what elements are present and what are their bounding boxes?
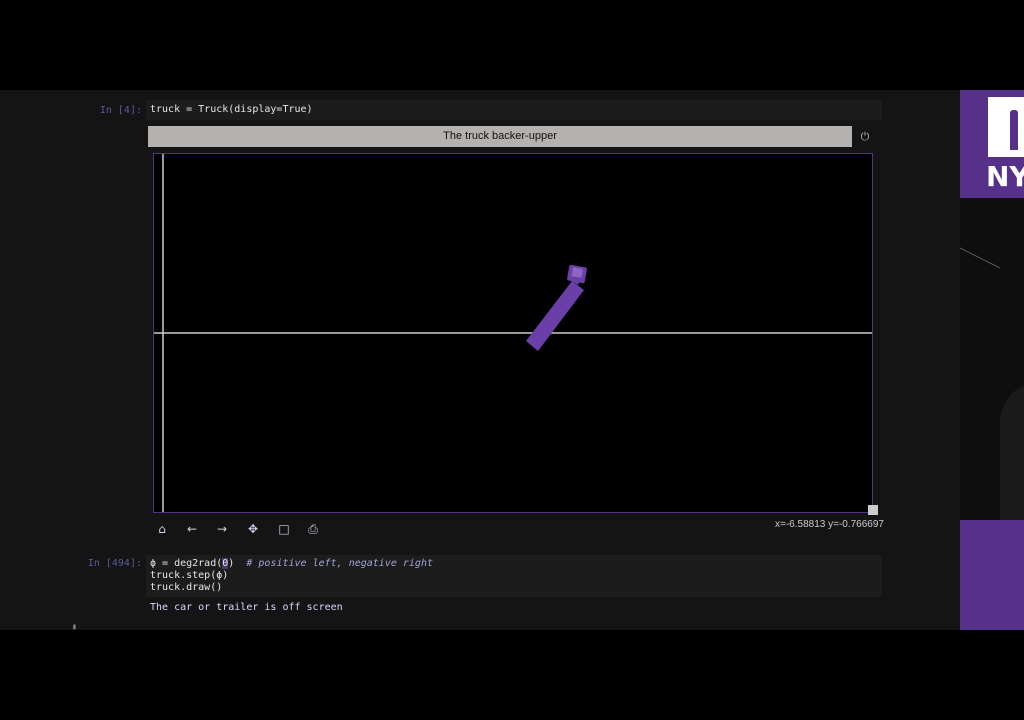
truck-trailer [526,264,587,351]
code-line: truck.step(ϕ) [150,570,229,581]
code-comment: # positive left, negative right [246,558,433,569]
webcam-svg [960,247,1024,520]
save-icon[interactable]: ⎙ [305,521,321,537]
code-token: ) [228,558,235,569]
webcam-line [960,247,1001,269]
code-line: truck = Truck(display=True) [150,104,313,115]
plot-canvas[interactable] [153,153,873,513]
code-line: ϕ = deg2rad(0) # positive left, negative… [150,558,433,569]
back-arrow-icon[interactable]: ← [184,521,200,537]
trailer-body [526,281,584,351]
webcam-view [960,198,1024,520]
resize-handle[interactable] [868,505,878,515]
code-line: truck.draw() [150,582,223,593]
cursor-coords: x=-6.58813 y=-0.766697 [775,519,884,530]
power-icon[interactable]: ⏻ [856,128,874,146]
nyu-logo-text: NYU [986,160,1024,193]
scroll-marker: ▮ [72,622,77,631]
pan-icon[interactable]: ✥ [245,521,261,537]
zoom-icon[interactable]: □ [276,521,292,537]
plot-svg [154,154,872,512]
presenter-silhouette [1000,386,1024,520]
forward-arrow-icon[interactable]: → [214,521,230,537]
nyu-logo [988,97,1024,157]
cell-prompt: In [494]: [87,558,142,569]
home-icon[interactable]: ⌂ [154,521,170,537]
cell-prompt: In [4]: [99,105,142,116]
code-token: ϕ = deg2rad( [150,558,223,569]
torch-icon [1010,110,1018,150]
figure-title: The truck backer-upper [148,126,852,147]
cell-output: The car or trailer is off screen [150,602,343,613]
truck-cab-window [571,267,583,278]
